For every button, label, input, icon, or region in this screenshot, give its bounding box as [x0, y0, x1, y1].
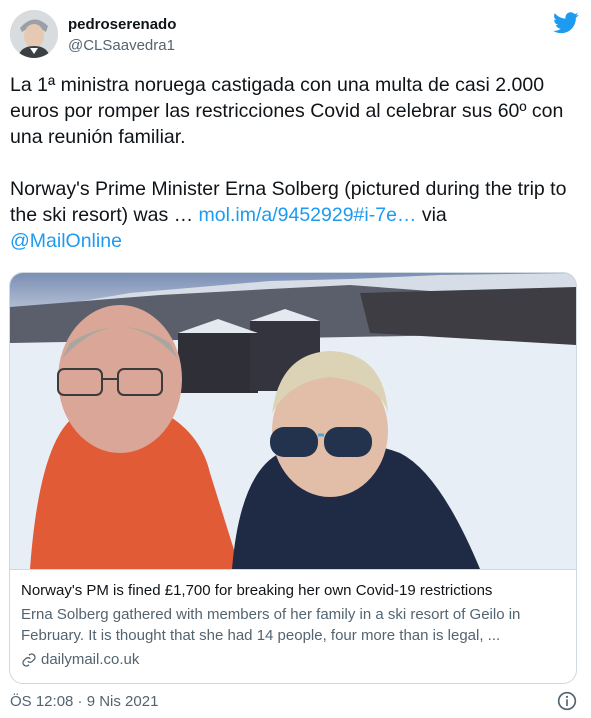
card-domain-label: dailymail.co.uk — [41, 651, 140, 668]
card-title[interactable]: Norway's PM is fined £1,700 for breaking… — [21, 582, 569, 599]
user-handle[interactable]: @CLSaavedra1 — [68, 37, 175, 54]
info-icon[interactable] — [557, 691, 577, 711]
tweet-link[interactable]: mol.im/a/9452929#i-7e… — [199, 204, 417, 226]
tweet-timestamp[interactable]: ÖS 12:08 · 9 Nis 2021 — [10, 693, 158, 710]
link-card[interactable]: Norway's PM is fined £1,700 for breaking… — [9, 272, 577, 684]
card-image[interactable] — [10, 273, 576, 569]
display-name[interactable]: pedroserenado — [68, 16, 176, 33]
tweet-text-via: via — [416, 204, 447, 226]
card-body[interactable]: Norway's PM is fined £1,700 for breaking… — [10, 569, 576, 683]
link-icon — [22, 652, 36, 667]
mention-link[interactable]: @MailOnline — [10, 230, 122, 252]
card-description: Erna Solberg gathered with members of he… — [21, 606, 521, 644]
tweet-text: La 1ª ministra noruega castigada con una… — [10, 72, 580, 254]
tweet-header: pedroserenado @CLSaavedra1 — [10, 6, 581, 62]
user-avatar[interactable] — [10, 10, 58, 58]
twitter-bird-icon[interactable] — [553, 12, 579, 34]
card-domain[interactable]: dailymail.co.uk — [21, 651, 139, 668]
